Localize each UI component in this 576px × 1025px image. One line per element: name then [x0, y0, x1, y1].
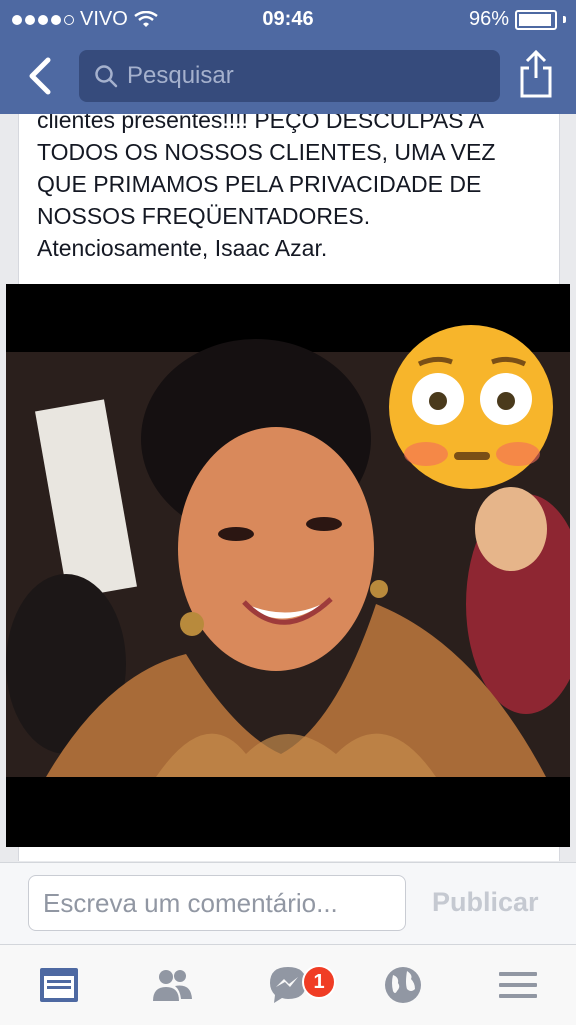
comment-input[interactable]: Escreva um comentário... [28, 875, 406, 931]
globe-icon[interactable] [381, 963, 425, 1007]
post-card-footer [18, 847, 560, 861]
share-icon[interactable] [518, 48, 554, 100]
header-bar: VIVO 09:46 96% Pesquisar [0, 0, 576, 114]
post-card: clientes presentes!!!! PEÇO DESCULPAS A … [18, 96, 560, 286]
search-placeholder: Pesquisar [127, 62, 234, 89]
menu-icon[interactable] [496, 963, 540, 1007]
post-text-line: NOSSOS FREQÜENTADORES. [37, 203, 371, 229]
publish-button[interactable]: Publicar [432, 887, 539, 918]
comment-bar: Escreva um comentário... Publicar [0, 862, 576, 945]
status-bar: VIVO 09:46 96% [0, 0, 576, 38]
battery-status: 96% [469, 8, 566, 31]
news-feed-icon[interactable] [37, 963, 81, 1007]
search-icon [95, 65, 118, 88]
post-photo[interactable] [6, 284, 570, 847]
navigation-bar: Pesquisar [0, 44, 576, 110]
post-text-line: QUE PRIMAMOS PELA PRIVACIDADE DE [37, 171, 482, 197]
tab-bar: 1 [0, 944, 576, 1025]
search-field[interactable]: Pesquisar [79, 50, 500, 102]
post-text-line: Atenciosamente, Isaac Azar. [37, 235, 328, 261]
friends-icon[interactable] [150, 963, 194, 1007]
post-text: clientes presentes!!!! PEÇO DESCULPAS A … [37, 104, 547, 264]
flushed-face-icon [389, 325, 553, 489]
post-text-line: TODOS OS NOSSOS CLIENTES, UMA VEZ [37, 139, 496, 165]
back-chevron-icon[interactable] [20, 54, 60, 98]
battery-percent: 96% [468, 8, 509, 30]
messages-badge: 1 [302, 965, 336, 999]
battery-icon [515, 9, 557, 30]
